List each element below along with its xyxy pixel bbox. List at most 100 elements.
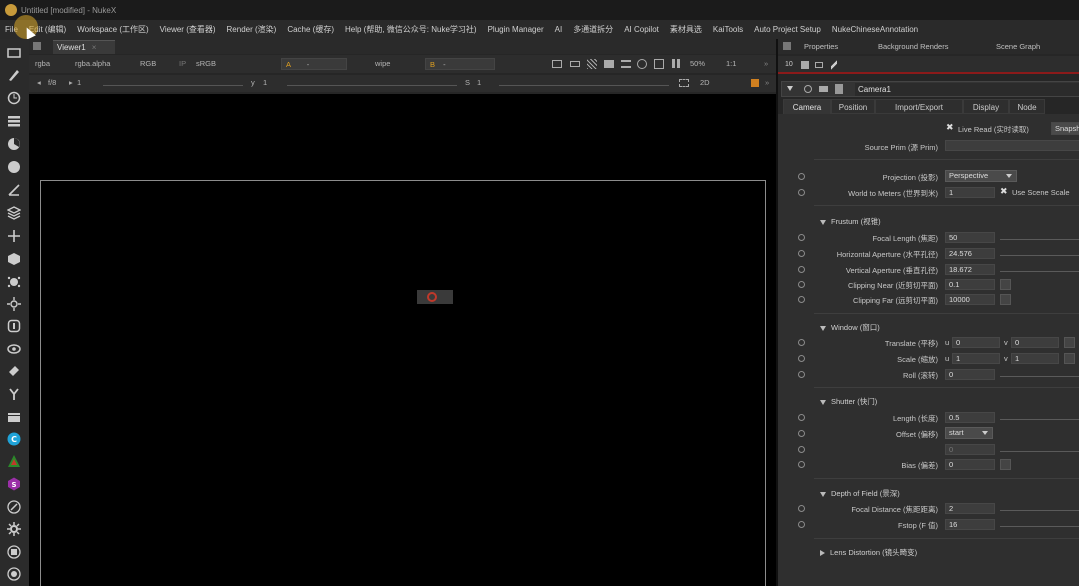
lock-panel-icon[interactable] xyxy=(801,61,809,69)
tab-node[interactable]: Node xyxy=(1009,99,1045,114)
node-name-field[interactable]: Camera1 xyxy=(855,83,1079,96)
transform-nodes-icon[interactable] xyxy=(6,228,22,244)
h-aperture-field[interactable]: 24.576 xyxy=(945,248,995,259)
fstop-anim-icon[interactable] xyxy=(798,521,805,528)
roll-anim-icon[interactable] xyxy=(798,371,805,378)
fstop-field[interactable]: 16 xyxy=(945,519,995,530)
bias-field[interactable]: 0 xyxy=(945,459,995,470)
v-aperture-slider[interactable] xyxy=(1000,267,1079,272)
roll-slider[interactable] xyxy=(1000,372,1079,377)
film-nodes-icon[interactable] xyxy=(6,409,22,425)
focal-distance-slider[interactable] xyxy=(1000,506,1079,511)
pause-icon[interactable] xyxy=(672,59,680,68)
dof-section[interactable]: Depth of Field (景深) xyxy=(820,488,900,499)
ratio-dropdown[interactable]: 1:1 xyxy=(726,58,736,70)
tab-background-renders[interactable]: Background Renders xyxy=(878,42,948,51)
menu-chinese-annotation[interactable]: NukeChineseAnnotation xyxy=(832,25,918,34)
gain-up-icon[interactable]: ▸ xyxy=(69,77,73,89)
gear-plugin-icon[interactable] xyxy=(6,521,22,537)
tab-scene-graph[interactable]: Scene Graph xyxy=(996,42,1040,51)
gain-down-icon[interactable]: ◂ xyxy=(37,77,41,89)
checker-icon[interactable] xyxy=(587,59,597,69)
image-nodes-icon[interactable] xyxy=(6,45,22,61)
particles-nodes-icon[interactable] xyxy=(6,274,22,290)
menu-auto-project-setup[interactable]: Auto Project Setup xyxy=(754,25,821,34)
channel-nodes-icon[interactable] xyxy=(6,113,22,129)
world-to-meters-field[interactable]: 1 xyxy=(945,187,995,198)
display-channel-dropdown[interactable]: RGB xyxy=(140,58,156,70)
curve-icon[interactable] xyxy=(1064,337,1075,348)
menu-ai[interactable]: AI xyxy=(555,25,563,34)
custom-offset-slider[interactable] xyxy=(1000,447,1079,452)
custom-offset-field[interactable]: 0 xyxy=(945,444,995,455)
tab-position[interactable]: Position xyxy=(831,99,875,114)
overlay-icon[interactable] xyxy=(570,61,580,67)
tab-close-icon[interactable]: × xyxy=(92,43,97,52)
target-icon[interactable] xyxy=(654,59,664,69)
projection-dropdown[interactable]: Perspective xyxy=(945,170,1017,182)
focal-distance-anim-icon[interactable] xyxy=(798,505,805,512)
pen-plugin-icon[interactable] xyxy=(6,499,22,515)
props-panel-menu-icon[interactable] xyxy=(783,42,791,50)
gamma-slider[interactable] xyxy=(287,81,457,86)
menu-viewer[interactable]: Viewer (查看器) xyxy=(160,24,216,35)
focal-length-field[interactable]: 50 xyxy=(945,232,995,243)
tab-properties[interactable]: Properties xyxy=(804,42,838,51)
menu-plugin-manager[interactable]: Plugin Manager xyxy=(488,25,544,34)
toolsets-icon[interactable] xyxy=(6,363,22,379)
refresh-icon[interactable] xyxy=(637,59,647,69)
collapse-node-icon[interactable] xyxy=(787,86,793,91)
tab-viewer1[interactable]: Viewer1 × xyxy=(53,40,115,54)
ip-toggle[interactable]: IP xyxy=(179,58,186,70)
live-read-checkbox[interactable]: ✖ xyxy=(946,122,954,133)
roll-field[interactable]: 0 xyxy=(945,369,995,380)
channels-dropdown[interactable]: rgba xyxy=(35,58,50,70)
time-nodes-icon[interactable] xyxy=(6,90,22,106)
curve-icon[interactable] xyxy=(1000,459,1011,470)
alpha-channel-dropdown[interactable]: rgba.alpha xyxy=(75,58,110,70)
shutter-length-slider[interactable] xyxy=(1000,415,1079,420)
menu-workspace[interactable]: Workspace (工作区) xyxy=(77,24,148,35)
scale-anim-icon[interactable] xyxy=(798,355,805,362)
frame-value[interactable]: 1 xyxy=(77,77,81,89)
more-arrow-icon-2[interactable]: » xyxy=(765,77,769,89)
frustum-section[interactable]: Frustum (视锥) xyxy=(820,216,881,227)
menu-ai-copilot[interactable]: AI Copilot xyxy=(624,25,659,34)
shutter-length-field[interactable]: 0.5 xyxy=(945,412,995,423)
float-panel-icon[interactable] xyxy=(815,62,823,68)
curve-icon[interactable] xyxy=(1000,279,1011,290)
length-anim-icon[interactable] xyxy=(798,414,805,421)
box-plugin-icon[interactable] xyxy=(6,544,22,560)
focal-length-anim-icon[interactable] xyxy=(798,234,805,241)
viewer-canvas[interactable] xyxy=(29,94,776,586)
source-prim-field[interactable] xyxy=(945,140,1079,151)
focal-length-slider[interactable] xyxy=(1000,235,1079,240)
filter-nodes-icon[interactable] xyxy=(6,159,22,175)
menu-render[interactable]: Render (渲染) xyxy=(227,24,277,35)
lut-icon[interactable] xyxy=(621,60,631,68)
globe-plugin-icon[interactable] xyxy=(6,566,22,582)
curve-icon[interactable] xyxy=(1064,353,1075,364)
menu-kaitools[interactable]: KaiTools xyxy=(713,25,743,34)
a-plugin-icon[interactable] xyxy=(6,453,22,469)
h-aperture-slider[interactable] xyxy=(1000,251,1079,256)
camera-lock-icon[interactable] xyxy=(751,79,759,87)
roi-icon[interactable] xyxy=(552,60,562,68)
metadata-nodes-icon[interactable] xyxy=(6,341,22,357)
h-aperture-anim-icon[interactable] xyxy=(798,250,805,257)
scale-u-field[interactable]: 1 xyxy=(952,353,1000,364)
use-scene-scale-checkbox[interactable]: ✖ xyxy=(1000,186,1008,197)
fstop-value[interactable]: f/8 xyxy=(48,77,56,89)
v-aperture-field[interactable]: 18.672 xyxy=(945,264,995,275)
snapshot-button[interactable]: Snapsh xyxy=(1051,122,1079,135)
v-aperture-anim-icon[interactable] xyxy=(798,266,805,273)
tab-import-export[interactable]: Import/Export xyxy=(875,99,963,114)
window-section[interactable]: Window (窗口) xyxy=(820,322,880,333)
shutter-offset-dropdown[interactable]: start xyxy=(945,427,993,439)
panel-menu-icon[interactable] xyxy=(33,42,41,50)
views-nodes-icon[interactable] xyxy=(6,318,22,334)
3d-nodes-icon[interactable] xyxy=(6,251,22,267)
input-a-dropdown[interactable]: A - xyxy=(281,58,347,70)
projection-anim-icon[interactable] xyxy=(798,173,805,180)
gamma-value[interactable]: 1 xyxy=(263,77,267,89)
